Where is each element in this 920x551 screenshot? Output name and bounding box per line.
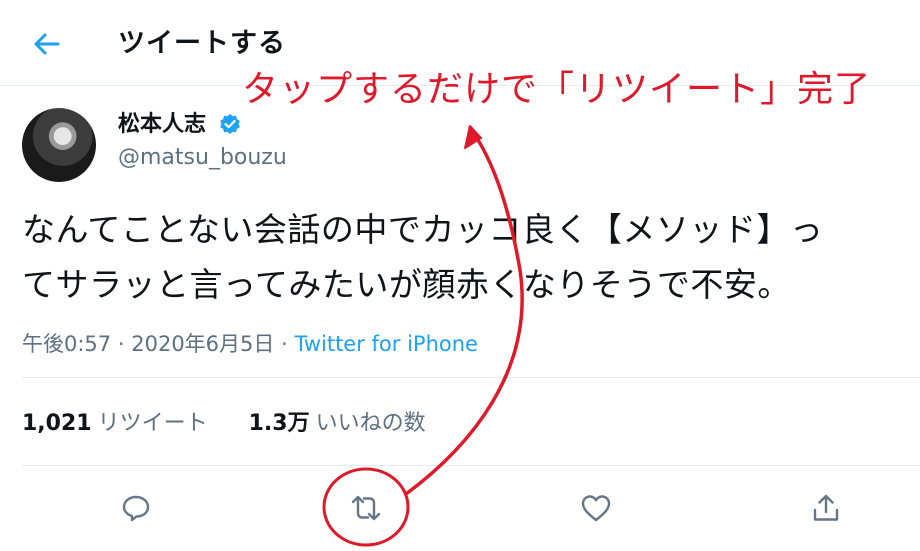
retweets-stat[interactable]: 1,021 リツイート — [22, 408, 208, 440]
likes-stat[interactable]: 1.3万 いいねの数 — [249, 408, 426, 440]
tweet-stats: 1,021 リツイート 1.3万 いいねの数 — [22, 408, 460, 440]
retweet-icon — [351, 495, 381, 521]
divider — [22, 377, 920, 378]
tweet-text-line: なんてことない会話の中でカッコ良く【メソッド】っ — [22, 210, 824, 249]
share-icon — [813, 494, 839, 521]
author-display-name[interactable]: 松本人志 — [118, 110, 206, 140]
tweet-date: 2020年6月5日 — [131, 332, 275, 356]
meta-separator: · — [281, 332, 288, 356]
avatar[interactable] — [22, 108, 96, 182]
tweet-text-line: てサラッと言ってみたいが顔赤くなりそうで不安。 — [22, 265, 791, 304]
author-handle[interactable]: @matsu_bouzu — [118, 143, 287, 173]
share-button[interactable] — [804, 486, 848, 530]
like-button[interactable] — [574, 486, 618, 530]
divider — [22, 465, 920, 466]
tweet-meta: 午後0:57 · 2020年6月5日 · Twitter for iPhone — [22, 328, 478, 360]
reply-icon — [122, 495, 150, 522]
tweet-source-link[interactable]: Twitter for iPhone — [294, 332, 478, 356]
heart-icon — [581, 495, 611, 522]
likes-count: 1.3万 — [248, 411, 310, 436]
tweet-time: 午後0:57 — [22, 332, 112, 356]
back-button[interactable] — [24, 24, 68, 64]
retweets-label: リツイート — [97, 411, 208, 436]
retweet-button[interactable] — [344, 486, 388, 530]
tweet-action-bar — [0, 478, 920, 538]
verified-badge-icon — [220, 114, 240, 134]
arrow-left-icon — [34, 33, 60, 55]
page-title: ツイートする — [118, 28, 286, 59]
annotation-text: タップするだけで「リツイート」完了 — [242, 69, 872, 110]
retweets-count: 1,021 — [22, 411, 92, 436]
reply-button[interactable] — [114, 486, 158, 530]
likes-label: いいねの数 — [315, 411, 426, 436]
meta-separator: · — [117, 332, 125, 356]
annotation-arrowhead — [464, 125, 482, 149]
tweet-text: なんてことない会話の中でカッコ良く【メソッド】っ てサラッと言ってみたいが顔赤く… — [22, 202, 912, 312]
